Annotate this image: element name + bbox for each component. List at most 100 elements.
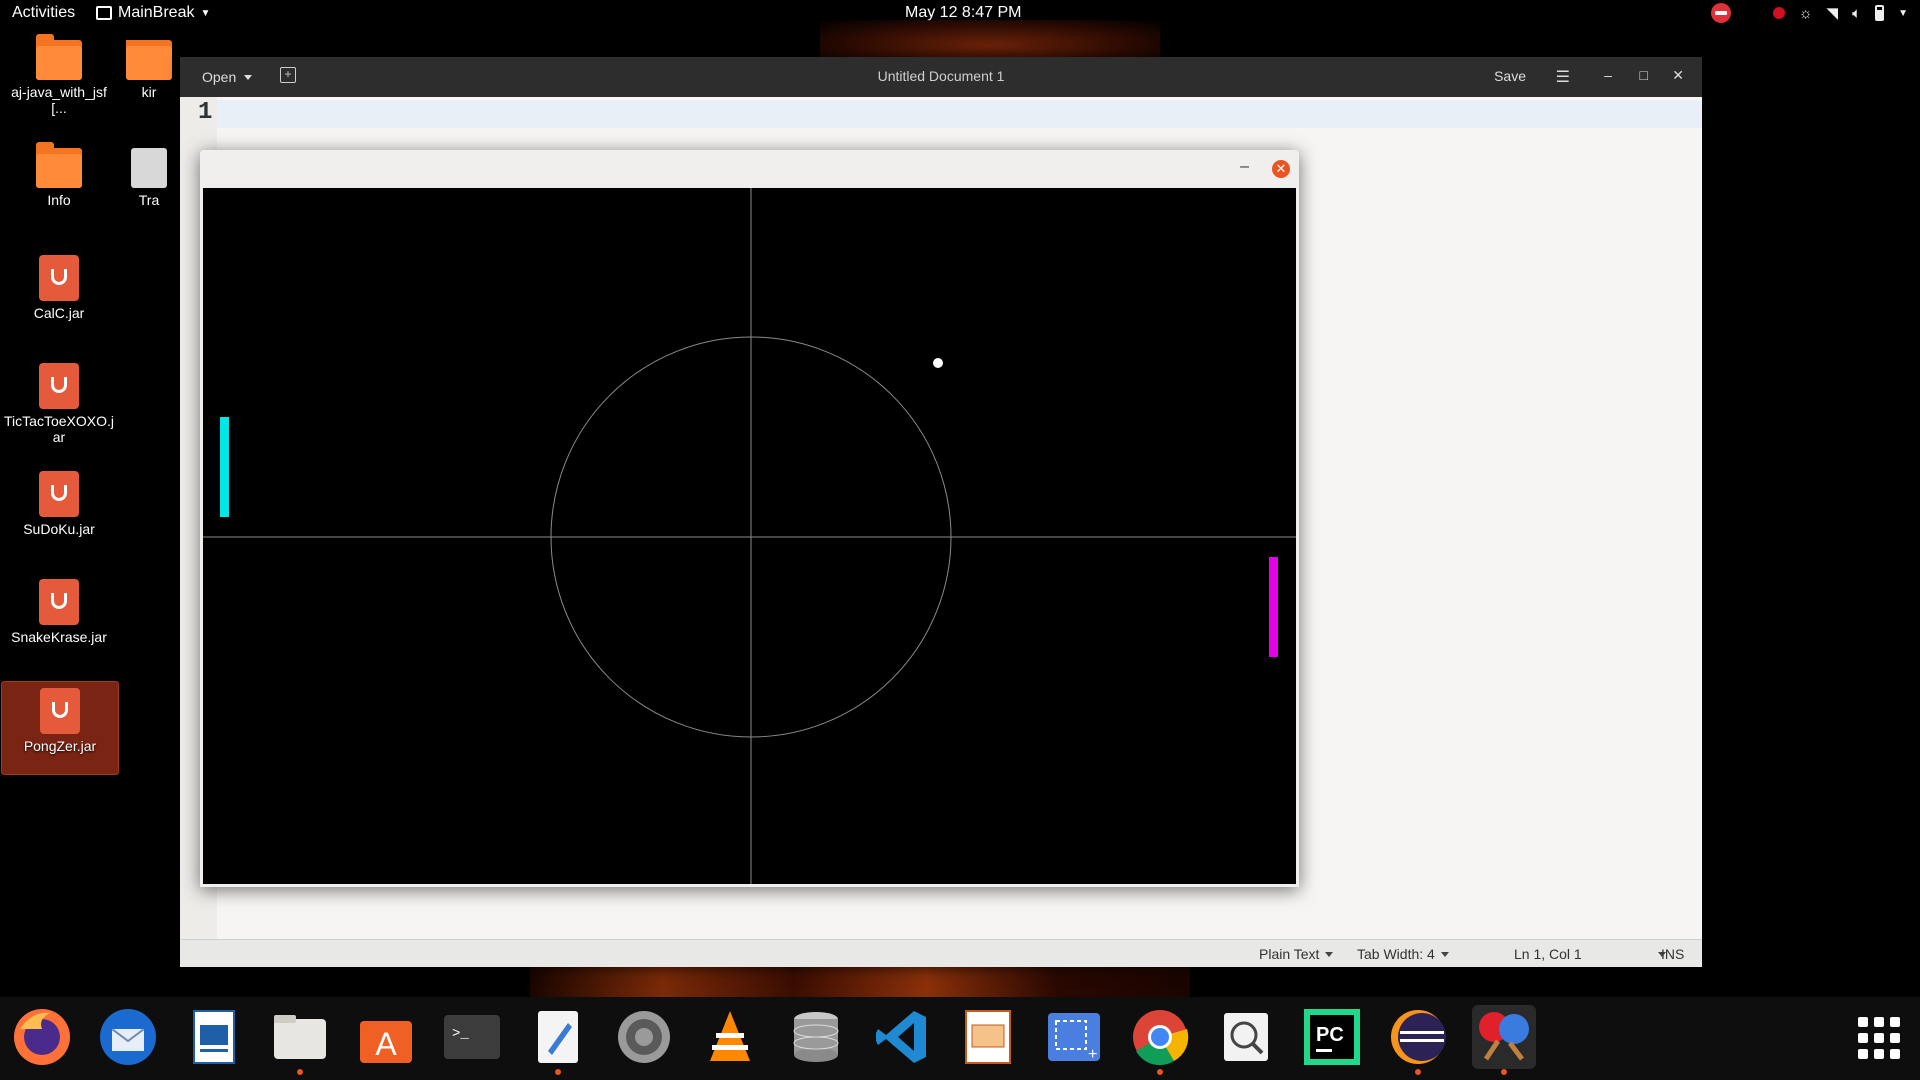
right-paddle — [1269, 557, 1278, 657]
desktop-icon-trash[interactable]: Tra — [118, 148, 180, 208]
minimize-icon[interactable]: – — [1240, 158, 1249, 176]
volume-icon[interactable]: 🔈︎ — [1852, 5, 1861, 22]
java-jar-icon — [39, 471, 79, 517]
pong-title-bar[interactable]: – ✕ — [200, 150, 1299, 187]
app-menu-label: MainBreak — [118, 4, 195, 21]
close-icon[interactable]: ✕ — [1672, 67, 1684, 84]
dock-item-writer[interactable] — [182, 1005, 246, 1069]
hamburger-menu-icon[interactable]: ☰ — [1556, 67, 1570, 87]
software-center-icon: A — [360, 1021, 412, 1063]
dock-item-text-editor[interactable] — [526, 1005, 590, 1075]
cursor-position[interactable]: Ln 1, Col 1 — [1514, 946, 1666, 962]
tab-width-label: Tab Width: 4 — [1357, 946, 1435, 962]
pycharm-icon: PC — [1304, 1009, 1360, 1065]
app-menu[interactable]: MainBreak ▼ — [96, 4, 210, 22]
dock-item-software[interactable]: A — [354, 1005, 418, 1069]
dock-item-settings[interactable] — [612, 1005, 676, 1069]
trash-icon — [131, 148, 167, 188]
language-selector[interactable]: Plain Text — [1259, 946, 1334, 962]
chevron-down-icon — [1325, 951, 1334, 961]
folder-icon — [126, 40, 172, 80]
tab-width-selector[interactable]: Tab Width: 4 — [1357, 946, 1449, 962]
dock-item-vlc[interactable] — [698, 1005, 762, 1069]
chevron-down-icon — [1440, 951, 1449, 961]
pong-field — [203, 188, 1296, 884]
maximize-icon[interactable]: □ — [1640, 67, 1648, 83]
eclipse-icon — [1391, 1010, 1446, 1064]
running-indicator — [1501, 1069, 1507, 1075]
running-indicator — [297, 1069, 303, 1075]
desktop-icon-jar[interactable]: SuDoKu.jar — [0, 471, 118, 537]
show-applications-icon[interactable] — [1858, 1017, 1900, 1059]
dock-item-firefox[interactable] — [10, 1005, 74, 1069]
editor-header-bar: Open + Untitled Document 1 Save ☰ – □ ✕ — [180, 57, 1702, 97]
dock-item-database[interactable] — [784, 1005, 848, 1069]
dock-item-screenshot[interactable]: + — [1042, 1005, 1106, 1069]
insert-mode-label: INS — [1661, 946, 1685, 962]
thunderbird-icon — [100, 1009, 156, 1065]
do-not-disturb-icon[interactable] — [1710, 3, 1731, 23]
dock-item-files[interactable] — [268, 1005, 332, 1075]
dock-item-terminal[interactable]: >_ — [440, 1005, 504, 1069]
dock-item-image-viewer[interactable] — [1214, 1005, 1278, 1069]
window-title: Untitled Document 1 — [877, 68, 1005, 84]
dock-item-thunderbird[interactable] — [96, 1005, 160, 1069]
game-canvas[interactable] — [203, 188, 1296, 884]
brightness-icon[interactable]: ☼ — [1799, 5, 1813, 22]
line-number: 1 — [198, 99, 213, 126]
desktop-icon-jar[interactable]: CalC.jar — [0, 255, 118, 321]
dock-item-pong-game[interactable] — [1472, 1005, 1536, 1075]
desktop-icon-label: SuDoKu.jar — [23, 521, 95, 537]
dock-item-chrome[interactable] — [1128, 1005, 1192, 1075]
dock-item-eclipse[interactable] — [1386, 1005, 1450, 1075]
screenshot-icon: + — [1048, 1013, 1100, 1063]
activities-button[interactable]: Activities — [12, 4, 75, 22]
java-jar-icon — [39, 255, 79, 301]
insert-mode[interactable]: INS — [1661, 946, 1684, 962]
desktop-icon-label: kir — [141, 84, 157, 100]
desktop-icon-label: CalC.jar — [33, 305, 85, 321]
dock-item-impress[interactable] — [956, 1005, 1020, 1069]
save-button[interactable]: Save — [1494, 68, 1526, 84]
desktop-icon-label: Tra — [138, 192, 160, 208]
desktop-icon-label: PongZer.jar — [23, 738, 97, 754]
desktop-icon-label: Info — [47, 192, 71, 208]
desktop-icon-folder[interactable]: kir — [118, 40, 180, 100]
java-jar-icon — [39, 363, 79, 409]
dock-item-pycharm[interactable]: PC — [1300, 1005, 1364, 1069]
folder-icon — [36, 142, 82, 188]
desktop-icon-folder[interactable]: Info — [0, 142, 118, 208]
ball — [933, 358, 943, 368]
database-icon — [793, 1012, 839, 1062]
minimize-icon[interactable]: – — [1604, 67, 1612, 83]
desktop-icon-label: TicTacToeXOXO.jar — [4, 413, 114, 445]
running-indicator — [1415, 1069, 1421, 1075]
firefox-icon — [14, 1009, 70, 1065]
battery-icon[interactable] — [1875, 5, 1885, 21]
wifi-icon[interactable]: ◥ — [1827, 4, 1839, 22]
desktop-icon-folder[interactable]: aj-java_with_jsf[... — [0, 34, 118, 116]
svg-text:A: A — [375, 1026, 397, 1062]
vscode-icon — [876, 1011, 926, 1063]
dock-item-vscode[interactable] — [870, 1005, 934, 1069]
desktop-icon-jar[interactable]: TicTacToeXOXO.jar — [0, 363, 118, 445]
close-icon[interactable]: ✕ — [1272, 160, 1290, 178]
current-line-highlight[interactable] — [217, 100, 1702, 128]
system-tray[interactable]: ☼ ◥ 🔈︎ ▼ — [1710, 3, 1908, 23]
folder-icon — [36, 34, 82, 80]
pong-game-window: – ✕ — [200, 150, 1299, 887]
svg-text:PC: PC — [1316, 1024, 1344, 1046]
java-jar-icon — [39, 579, 79, 625]
dock: A >_ + PC — [0, 997, 1920, 1080]
desktop-icon-label: aj-java_with_jsf[... — [11, 84, 107, 116]
desktop-icon-jar[interactable]: SnakeKrase.jar — [0, 579, 118, 645]
terminal-icon: >_ — [444, 1015, 500, 1059]
java-jar-icon — [40, 688, 80, 734]
impress-icon — [965, 1010, 1011, 1064]
desktop-icon-jar-selected[interactable]: PongZer.jar — [1, 681, 119, 775]
svg-text:>_: >_ — [452, 1026, 469, 1042]
chevron-down-icon[interactable]: ▼ — [1898, 8, 1908, 19]
app-menu-icon — [96, 6, 112, 20]
recording-icon[interactable] — [1772, 7, 1785, 19]
image-viewer-icon — [1224, 1013, 1268, 1061]
